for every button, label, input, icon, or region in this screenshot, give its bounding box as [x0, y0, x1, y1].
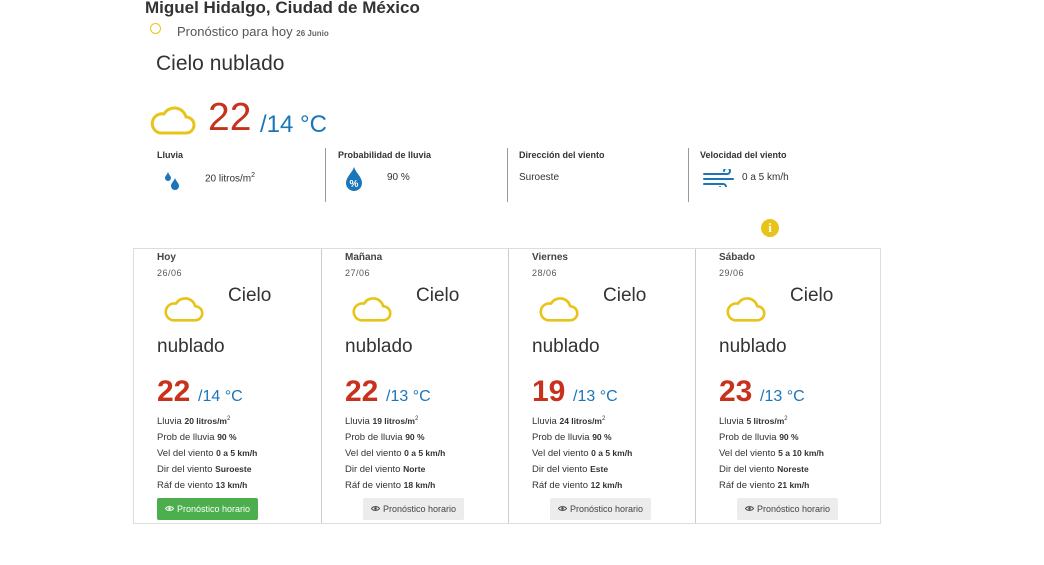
metric-label: Lluvia [157, 150, 184, 160]
clock-icon [150, 23, 161, 34]
metric-label: Velocidad del viento [700, 150, 787, 160]
metric-value: 20 litros/m2 [205, 172, 256, 185]
card-row-vel: Vel del viento 0 a 5 km/h [532, 448, 633, 459]
card-temp-min: /14 °C [198, 388, 243, 405]
card-row-dir: Dir del viento Noreste [719, 464, 809, 475]
metric-divider [325, 148, 326, 202]
card-row-raf: Ráf de viento 21 km/h [719, 480, 810, 491]
card-day: Hoy [157, 252, 176, 263]
card-condition: Cielo [416, 285, 460, 306]
card-temp-max: 22 [157, 375, 191, 408]
card-row-lluvia: Lluvia 19 litros/m2 [345, 416, 419, 428]
card-day: Sábado [719, 252, 756, 263]
forecast-card: Viernes 28/06 Cielo nublado 19/13 °C Lluvia 2… [508, 249, 695, 523]
metric-label: Dirección del viento [519, 150, 605, 160]
card-row-vel: Vel del viento 0 a 5 km/h [345, 448, 446, 459]
metric-divider [507, 148, 508, 202]
metric-divider [688, 148, 689, 202]
card-date: 26/06 [157, 268, 183, 278]
eye-icon [370, 498, 381, 520]
svg-text:%: % [350, 179, 359, 190]
metric-lluvia: Lluvia 20 litros/m2 [157, 150, 317, 202]
cloud-icon [724, 293, 766, 328]
eye-icon [557, 498, 568, 520]
forecast-subtitle: Pronóstico para hoy 26 Junio [177, 24, 329, 39]
today-temp-max: 22 [208, 96, 252, 139]
today-condition: Cielo nublado [156, 52, 285, 75]
card-row-vel: Vel del viento 5 a 10 km/h [719, 448, 824, 459]
eye-icon [744, 498, 755, 520]
card-row-dir: Dir del viento Suroeste [157, 464, 252, 475]
card-date: 28/06 [532, 268, 558, 278]
card-row-dir: Dir del viento Norte [345, 464, 426, 475]
hourly-forecast-button[interactable]: Pronóstico horario [363, 498, 465, 520]
card-row-prob: Prob de lluvia 90 % [719, 432, 799, 443]
card-row-prob: Prob de lluvia 90 % [345, 432, 425, 443]
card-day: Mañana [345, 252, 383, 263]
card-temp-max: 19 [532, 375, 566, 408]
card-temp-min: /13 °C [573, 388, 618, 405]
forecast-card: Mañana 27/06 Cielo nublado 22/13 °C Lluvia 19… [321, 249, 508, 523]
forecast-cards: Hoy 26/06 Cielo nublado 22/14 °C Lluvia 20 li… [133, 248, 881, 524]
card-row-lluvia: Lluvia 5 litros/m2 [719, 416, 788, 428]
card-row-raf: Ráf de viento 18 km/h [345, 480, 436, 491]
hourly-forecast-button[interactable]: Pronóstico horario [737, 498, 839, 520]
card-condition: Cielo [603, 285, 647, 306]
card-temp-min: /13 °C [386, 388, 431, 405]
today-temp-min: /14 °C [260, 111, 327, 138]
card-row-prob: Prob de lluvia 90 % [532, 432, 612, 443]
cloud-icon [162, 293, 204, 328]
card-date: 27/06 [345, 268, 371, 278]
metric-vel: Velocidad del viento 0 a 5 km/h [700, 150, 860, 202]
rain-drops-icon [165, 172, 179, 190]
card-row-raf: Ráf de viento 13 km/h [157, 480, 248, 491]
hourly-forecast-button[interactable]: Pronóstico horario [157, 498, 259, 520]
cloud-icon [350, 293, 392, 328]
metric-value: Suroeste [519, 172, 560, 183]
forecast-label: Pronóstico para hoy [177, 24, 293, 39]
metric-value: 90 % [387, 172, 410, 183]
location-title: Miguel Hidalgo, Ciudad de México [145, 0, 420, 17]
cloud-icon [537, 293, 579, 328]
card-condition: nublado [157, 336, 225, 357]
card-row-vel: Vel del viento 0 a 5 km/h [157, 448, 258, 459]
card-temp-max: 23 [719, 375, 753, 408]
card-row-lluvia: Lluvia 24 litros/m2 [532, 416, 606, 428]
card-condition: nublado [345, 336, 413, 357]
card-condition: Cielo [790, 285, 834, 306]
hourly-forecast-button[interactable]: Pronóstico horario [550, 498, 652, 520]
card-row-dir: Dir del viento Este [532, 464, 609, 475]
eye-icon [164, 498, 175, 520]
card-row-raf: Ráf de viento 12 km/h [532, 480, 623, 491]
card-date: 29/06 [719, 268, 745, 278]
card-condition: Cielo [228, 285, 272, 306]
wind-icon [703, 169, 734, 187]
forecast-date: 26 Junio [296, 29, 329, 38]
forecast-card: Hoy 26/06 Cielo nublado 22/14 °C Lluvia 20 li… [134, 249, 321, 523]
card-condition: nublado [532, 336, 600, 357]
cloud-icon [148, 102, 196, 141]
card-temp-max: 22 [345, 375, 379, 408]
rain-probability-icon: % [346, 167, 362, 191]
info-icon[interactable]: i [761, 219, 779, 237]
card-row-prob: Prob de lluvia 90 % [157, 432, 237, 443]
card-condition: nublado [719, 336, 787, 357]
card-row-lluvia: Lluvia 20 litros/m2 [157, 416, 231, 428]
forecast-card: Sábado 29/06 Cielo nublado 23/13 °C Lluvia 5 … [695, 249, 882, 523]
metric-prob: Probabilidad de lluvia % 90 % [338, 150, 498, 202]
card-day: Viernes [532, 252, 568, 263]
metric-value: 0 a 5 km/h [742, 172, 789, 183]
metric-label: Probabilidad de lluvia [338, 150, 432, 160]
card-temp-min: /13 °C [760, 388, 805, 405]
metric-dir: Dirección del viento Suroeste [519, 150, 679, 202]
